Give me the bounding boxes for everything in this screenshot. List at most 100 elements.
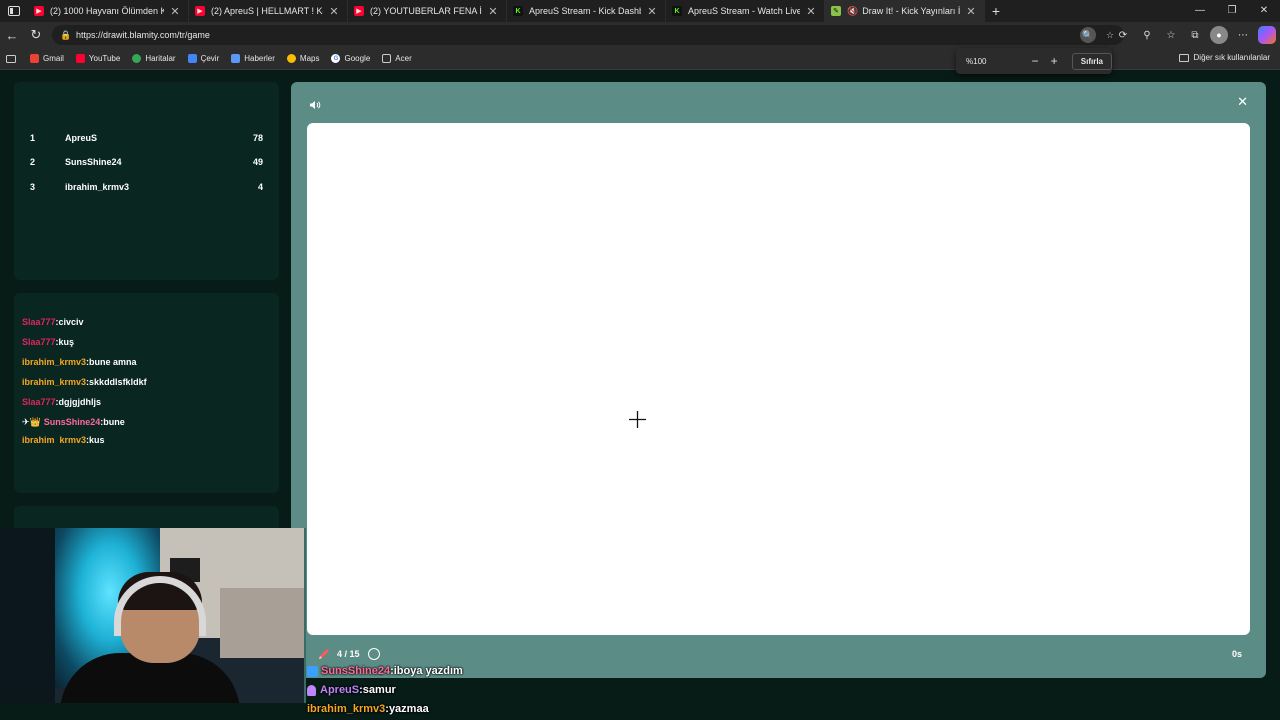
chat-message: ibrahim_krmv3: bune amna bbox=[22, 355, 137, 369]
stream-chat-message: ibrahim_krmv3 : yazmaa bbox=[307, 701, 429, 717]
chat-text: dgjgjdhljs bbox=[58, 397, 102, 407]
bookmark-gmail[interactable]: Gmail bbox=[30, 54, 64, 63]
other-bookmarks[interactable]: Diğer sık kullanılanlar bbox=[1178, 53, 1270, 62]
restore-icon[interactable]: ❐ bbox=[1216, 0, 1248, 22]
close-icon[interactable]: ✕ bbox=[486, 5, 500, 18]
tab-title: (2) YOUTUBERLAR FENA İFŞA OL bbox=[370, 6, 482, 16]
kick-icon: K bbox=[513, 6, 523, 16]
youtube-icon: ▶ bbox=[34, 6, 44, 16]
youtube-icon bbox=[75, 54, 85, 63]
tab-strip: ▶ (2) 1000 Hayvanı Ölümden Kurtar ✕ ▶ (2… bbox=[0, 0, 1280, 22]
round-counter: 4 / 15 bbox=[337, 649, 360, 659]
bookmark-label: Gmail bbox=[43, 54, 64, 63]
muted-speaker-icon[interactable]: 🔇 bbox=[847, 6, 858, 17]
browser-tab[interactable]: ▶ (2) 1000 Hayvanı Ölümden Kurtar ✕ bbox=[28, 0, 189, 22]
close-icon[interactable]: ✕ bbox=[1237, 94, 1248, 110]
bookmark-label: Maps bbox=[299, 54, 320, 63]
folder-icon bbox=[382, 54, 392, 63]
refresh-icon[interactable]: ↻ bbox=[24, 27, 48, 43]
collections-icon[interactable]: ⧉ bbox=[1186, 26, 1204, 44]
url-input[interactable]: 🔒 https://drawit.blamity.com/tr/game 🔍 ☆ bbox=[52, 25, 1124, 45]
close-icon[interactable]: ✕ bbox=[964, 5, 978, 18]
url-text: https://drawit.blamity.com/tr/game bbox=[76, 30, 210, 40]
chat-user: SunsShine24 bbox=[43, 417, 101, 427]
leaderboard-name: ibrahim_krmv3 bbox=[65, 182, 130, 192]
profile-avatar-icon[interactable]: ● bbox=[1210, 26, 1228, 44]
chat-text: civciv bbox=[58, 317, 84, 327]
chat-user: ibrahim_krmv3 bbox=[22, 357, 87, 367]
close-icon[interactable]: ✕ bbox=[804, 5, 818, 18]
bookmark-haritalar[interactable]: Haritalar bbox=[132, 54, 176, 63]
stream-chat-user: ApreuS bbox=[320, 684, 360, 696]
webcam-overlay bbox=[0, 528, 306, 703]
leaderboard-panel: 1 ApreuS 78 2 SunsShine24 49 3 ibrahim_k… bbox=[14, 82, 279, 280]
chat-user: Slaa777 bbox=[22, 317, 56, 327]
browser-tab[interactable]: K ApreuS Stream - Watch Live on K ✕ bbox=[666, 0, 825, 22]
address-bar-row: ← ↻ 🔒 https://drawit.blamity.com/tr/game… bbox=[0, 22, 1280, 48]
bookmarks-toggle-icon[interactable] bbox=[6, 54, 16, 63]
chat-user: ibrahim_krmv3 bbox=[22, 377, 87, 387]
zoom-out-button[interactable]: − bbox=[1025, 54, 1044, 68]
extensions-icon[interactable]: ⟳ bbox=[1114, 26, 1132, 44]
leaderboard-name: SunsShine24 bbox=[65, 157, 122, 167]
stream-chat-user: ibrahim_krmv3 bbox=[307, 703, 386, 715]
zoom-in-button[interactable]: + bbox=[1045, 54, 1064, 68]
chat-message: Slaa777: dgjgjdhljs bbox=[22, 395, 101, 409]
webcam-shelf bbox=[220, 588, 304, 658]
translate-icon bbox=[187, 54, 197, 63]
minimize-icon[interactable]: — bbox=[1184, 0, 1216, 22]
drawing-canvas[interactable] bbox=[307, 123, 1250, 635]
split-screen-icon[interactable]: ⚲ bbox=[1138, 26, 1156, 44]
zoom-reset-button[interactable]: Sıfırla bbox=[1071, 52, 1112, 70]
lock-icon[interactable]: 🔒 bbox=[60, 30, 72, 41]
zoom-magnifier-icon[interactable]: 🔍 bbox=[1080, 27, 1096, 43]
speaker-icon[interactable] bbox=[309, 97, 323, 109]
back-icon[interactable]: ← bbox=[0, 28, 24, 43]
close-icon[interactable]: ✕ bbox=[327, 5, 341, 18]
stream-chat-message: ApreuS : samur bbox=[307, 682, 396, 698]
tab-title: (2) ApreuS | HELLMART ! Komik A bbox=[211, 6, 323, 16]
browser-tab[interactable]: K ApreuS Stream - Kick Dashboard ✕ bbox=[507, 0, 666, 22]
leaderboard-row: 2 SunsShine24 49 bbox=[30, 154, 263, 170]
folder-icon bbox=[1178, 53, 1189, 62]
game-status-bar: 4 / 15 0s bbox=[307, 644, 1250, 664]
chat-message: ibrahim_krmv3: skkddlsfkldkf bbox=[22, 375, 147, 389]
close-icon[interactable]: ✕ bbox=[168, 5, 182, 18]
chat-text: skkddlsfkldkf bbox=[89, 377, 147, 387]
bookmark-label: Çevir bbox=[200, 54, 220, 63]
browser-tab-active[interactable]: ✎ 🔇 Draw It! - Kick Yayınları İçin Ç ✕ bbox=[825, 0, 985, 22]
webcam-shadow bbox=[0, 528, 55, 703]
chat-user: ibrahim_krmv3 bbox=[22, 435, 87, 443]
leaderboard-row: 3 ibrahim_krmv3 4 bbox=[30, 179, 263, 195]
favorites-icon[interactable]: ☆ bbox=[1162, 26, 1180, 44]
copilot-icon[interactable] bbox=[1258, 26, 1276, 44]
bookmark-cevir[interactable]: Çevir bbox=[187, 54, 220, 63]
more-options-icon[interactable]: ⋯ bbox=[1234, 26, 1252, 44]
close-icon[interactable]: ✕ bbox=[645, 5, 659, 18]
chat-text: kuş bbox=[58, 337, 75, 347]
leaderboard-points: 78 bbox=[252, 133, 263, 143]
tab-actions-menu-icon[interactable] bbox=[0, 0, 28, 22]
browser-tab[interactable]: ▶ (2) YOUTUBERLAR FENA İFŞA OL ✕ bbox=[348, 0, 507, 22]
youtube-icon: ▶ bbox=[195, 6, 205, 16]
window-controls: — ❐ ✕ bbox=[1184, 0, 1280, 22]
zoom-level: %100 bbox=[966, 56, 987, 66]
other-bookmarks-label: Diğer sık kullanılanlar bbox=[1193, 53, 1270, 62]
zoom-popup: %100 − + Sıfırla bbox=[956, 48, 1112, 74]
bookmark-google[interactable]: G Google bbox=[331, 54, 370, 63]
leaderboard-rank: 3 bbox=[30, 182, 36, 192]
bookmark-youtube[interactable]: YouTube bbox=[75, 54, 120, 63]
close-window-icon[interactable]: ✕ bbox=[1248, 0, 1280, 22]
sub-badge-icon bbox=[307, 665, 318, 677]
kick-icon: K bbox=[672, 6, 682, 16]
browser-tab[interactable]: ▶ (2) ApreuS | HELLMART ! Komik A ✕ bbox=[189, 0, 348, 22]
drawing-modal: ✕ 4 / 15 0s bbox=[291, 82, 1266, 678]
bookmark-haberler[interactable]: Haberler bbox=[231, 54, 275, 63]
bookmark-acer[interactable]: Acer bbox=[382, 54, 412, 63]
stream-chat-text: iboya yazdım bbox=[393, 665, 463, 677]
tab-title: Draw It! - Kick Yayınları İçin Ç bbox=[862, 6, 960, 16]
bookmark-label: Haberler bbox=[244, 54, 275, 63]
bookmark-maps[interactable]: Maps bbox=[286, 54, 320, 63]
new-tab-button[interactable]: + bbox=[985, 3, 1007, 19]
google-icon: G bbox=[331, 54, 341, 63]
